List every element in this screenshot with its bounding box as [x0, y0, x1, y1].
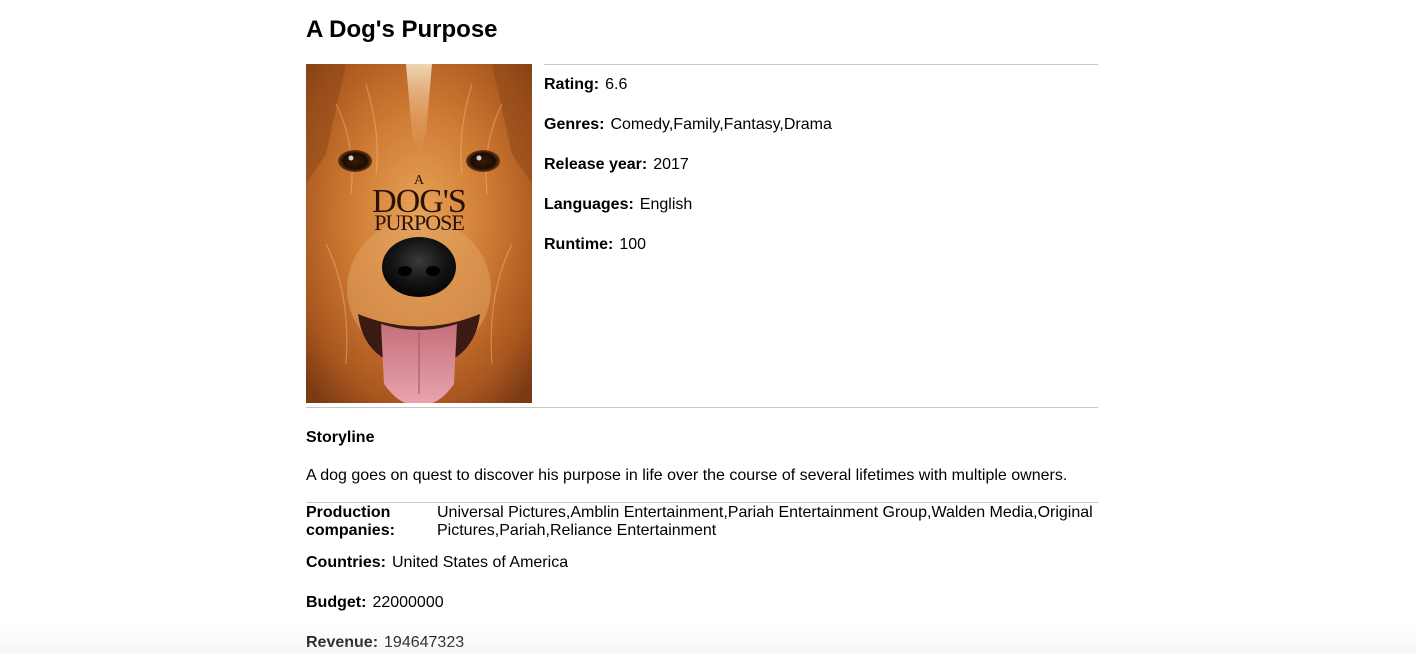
rating-value: 6.6 — [605, 76, 628, 93]
production-label-line1: Production — [306, 504, 391, 521]
rating-label: Rating: — [544, 76, 600, 93]
runtime-field: Runtime: 100 — [544, 235, 646, 255]
viewport-bottom-shadow — [0, 625, 1416, 653]
genres-label: Genres: — [544, 116, 605, 133]
countries-label: Countries: — [306, 554, 386, 571]
production-divider — [306, 502, 1098, 503]
poster-title-purpose: PURPOSE — [374, 210, 464, 235]
revenue-label: Revenue: — [306, 634, 379, 651]
runtime-label: Runtime: — [544, 236, 614, 253]
storyline-heading: Storyline — [306, 429, 375, 446]
budget-value: 22000000 — [372, 594, 444, 611]
rating-field: Rating: 6.6 — [544, 75, 627, 95]
production-companies-label: Production companies: — [306, 504, 426, 540]
revenue-value: 194647323 — [384, 634, 465, 651]
budget-label: Budget: — [306, 594, 367, 611]
production-value-line2: Pictures,Pariah,Reliance Entertainment — [437, 522, 717, 539]
production-label-line2: companies: — [306, 522, 395, 539]
release-year-value: 2017 — [653, 156, 689, 173]
countries-value: United States of America — [392, 554, 569, 571]
languages-value: English — [639, 196, 693, 213]
genres-value: Comedy,Family,Fantasy,Drama — [610, 116, 832, 133]
info-divider-top — [544, 64, 1098, 65]
runtime-value: 100 — [619, 236, 647, 253]
budget-field: Budget: 22000000 — [306, 593, 444, 613]
movie-detail-page: A Dog's Purpose A DOG'S PURPOSE Rating: … — [0, 0, 1416, 653]
languages-label: Languages: — [544, 196, 634, 213]
countries-field: Countries: United States of America — [306, 553, 568, 573]
production-companies-value: Universal Pictures,Amblin Entertainment,… — [437, 504, 1098, 540]
storyline-divider — [306, 407, 1098, 408]
production-value-line1: Universal Pictures,Amblin Entertainment,… — [437, 504, 1093, 521]
movie-poster: A DOG'S PURPOSE — [306, 64, 532, 403]
release-year-label: Release year: — [544, 156, 648, 173]
movie-title: A Dog's Purpose — [306, 16, 498, 43]
languages-field: Languages: English — [544, 195, 692, 215]
poster-image: A DOG'S PURPOSE — [306, 64, 532, 403]
revenue-field: Revenue: 194647323 — [306, 633, 464, 653]
release-year-field: Release year: 2017 — [544, 155, 689, 175]
storyline-text: A dog goes on quest to discover his purp… — [306, 467, 1068, 484]
genres-field: Genres: Comedy,Family,Fantasy,Drama — [544, 115, 832, 135]
